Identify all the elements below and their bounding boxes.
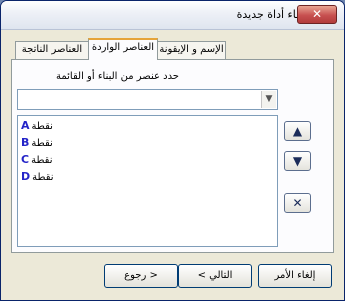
close-icon: ✕ — [311, 7, 323, 21]
tab-input-elements[interactable]: العناصر الواردة — [88, 38, 158, 60]
move-down-button[interactable]: ▼ — [284, 151, 311, 171]
tab-name-and-icon[interactable]: الإسم و الإيقونة — [157, 41, 226, 59]
list-item[interactable]: D نقطة — [21, 169, 54, 185]
tab-label: العناصر الواردة — [91, 42, 155, 53]
next-button[interactable]: التالي > — [178, 264, 252, 288]
remove-icon: ✕ — [292, 196, 303, 210]
arrow-up-icon: ▲ — [292, 124, 303, 138]
cancel-button[interactable]: إلغاء الأمر — [258, 264, 332, 288]
item-text: نقطة — [31, 121, 53, 132]
back-label: < رجوع — [124, 270, 158, 281]
item-text: نقطة — [31, 155, 53, 166]
close-button[interactable]: ✕ — [297, 5, 337, 24]
item-letter: D — [21, 170, 31, 183]
chevron-down-icon[interactable]: ▼ — [261, 91, 276, 108]
element-select[interactable]: ▼ — [17, 89, 278, 110]
item-letter: A — [21, 119, 30, 132]
tab-label: الإسم و الإيقونة — [159, 44, 224, 55]
item-text: نقطة — [31, 138, 53, 149]
input-elements-list[interactable]: A نقطة B نقطة C نقطة D نقطة — [17, 115, 278, 247]
arrow-down-icon: ▼ — [292, 154, 303, 168]
item-text: نقطة — [32, 172, 54, 183]
select-element-label: حدد عنصر من البناء أو القائمة — [56, 71, 179, 82]
item-letter: B — [21, 136, 30, 149]
title-bar: إنشاء أداة جديدة ✕ — [1, 1, 344, 30]
next-label: التالي > — [197, 270, 233, 281]
dialog-window: إنشاء أداة جديدة ✕ العناصر الناتجة العنا… — [0, 0, 345, 301]
tab-output-elements[interactable]: العناصر الناتجة — [15, 41, 89, 59]
remove-button[interactable]: ✕ — [284, 193, 311, 213]
move-up-button[interactable]: ▲ — [284, 121, 311, 141]
list-item[interactable]: B نقطة — [21, 135, 53, 151]
back-button[interactable]: < رجوع — [104, 264, 178, 288]
list-item[interactable]: C نقطة — [21, 152, 52, 168]
tab-label: العناصر الناتجة — [21, 44, 83, 55]
item-letter: C — [21, 153, 30, 166]
list-item[interactable]: A نقطة — [21, 118, 53, 134]
cancel-label: إلغاء الأمر — [274, 270, 316, 281]
